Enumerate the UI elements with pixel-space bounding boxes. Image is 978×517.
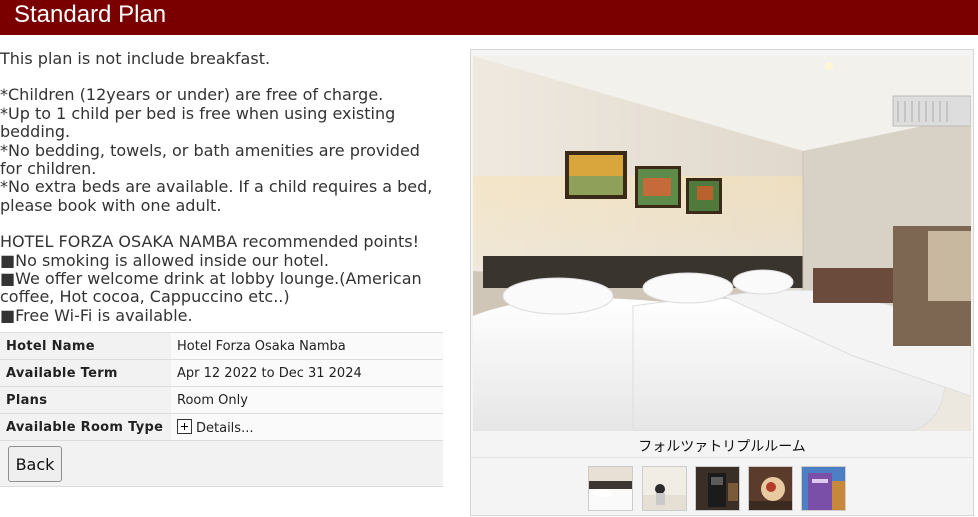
hotel-name-label: Hotel Name: [0, 332, 171, 360]
page-title: Standard Plan: [0, 0, 978, 35]
thumb-lounge[interactable]: [642, 466, 687, 511]
room-type-caption: フォルツァトリプルルーム: [638, 439, 806, 455]
expand-plus-icon[interactable]: [177, 418, 192, 434]
thumb-food-image: [749, 467, 792, 510]
term-label: Available Term: [0, 359, 171, 387]
photo-gallery: フォルツァトリプルルーム: [470, 49, 974, 516]
table-row: Plans Room Only: [0, 386, 443, 414]
plan-description: This plan is not include breakfast. *Chi…: [0, 49, 440, 325]
term-value: Apr 12 2022 to Dec 31 2024: [171, 359, 443, 387]
amenities-note: *No bedding, towels, or bath amenities a…: [0, 140, 420, 179]
extra-bed-note: *No extra beds are available. If a child…: [0, 177, 433, 215]
hotel-name-value: Hotel Forza Osaka Namba: [171, 332, 443, 360]
room-type-label: Available Room Type: [0, 413, 171, 441]
thumb-room[interactable]: [588, 466, 633, 511]
back-bar: Back: [0, 441, 443, 487]
children-note: *Children (12years or under) are free of…: [0, 85, 384, 105]
plans-label: Plans: [0, 386, 171, 414]
thumb-lounge-image: [643, 467, 686, 510]
thumb-exterior[interactable]: [801, 466, 846, 511]
thumb-room-image: [589, 467, 632, 510]
back-button[interactable]: Back: [8, 446, 62, 482]
child-bed-note: *Up to 1 child per bed is free when usin…: [0, 103, 396, 142]
plans-value: Room Only: [171, 386, 443, 414]
table-row: Available Room Type Details...: [0, 413, 443, 441]
thumb-food[interactable]: [748, 466, 793, 511]
point-welcome-drink: ■We offer welcome drink at lobby lounge.…: [0, 269, 422, 307]
room-photo-image: [473, 56, 971, 431]
point-no-smoking: ■No smoking is allowed inside our hotel.: [0, 250, 329, 270]
thumbnail-strip: [471, 457, 973, 515]
points-title: HOTEL FORZA OSAKA NAMBA recommended poin…: [0, 232, 419, 252]
details-link-label[interactable]: Details...: [196, 421, 253, 436]
thumb-drink-machine[interactable]: [695, 466, 740, 511]
main-room-photo: [473, 56, 971, 431]
table-row: Available Term Apr 12 2022 to Dec 31 202…: [0, 359, 443, 387]
table-row: Hotel Name Hotel Forza Osaka Namba: [0, 332, 443, 360]
point-wifi: ■Free Wi-Fi is available.: [0, 305, 193, 325]
thumb-exterior-image: [802, 467, 845, 510]
plan-info-table: Hotel Name Hotel Forza Osaka Namba Avail…: [0, 332, 443, 441]
breakfast-note: This plan is not include breakfast.: [0, 49, 271, 68]
thumb-drink-machine-image: [696, 467, 739, 510]
room-type-details-link[interactable]: Details...: [171, 413, 443, 441]
